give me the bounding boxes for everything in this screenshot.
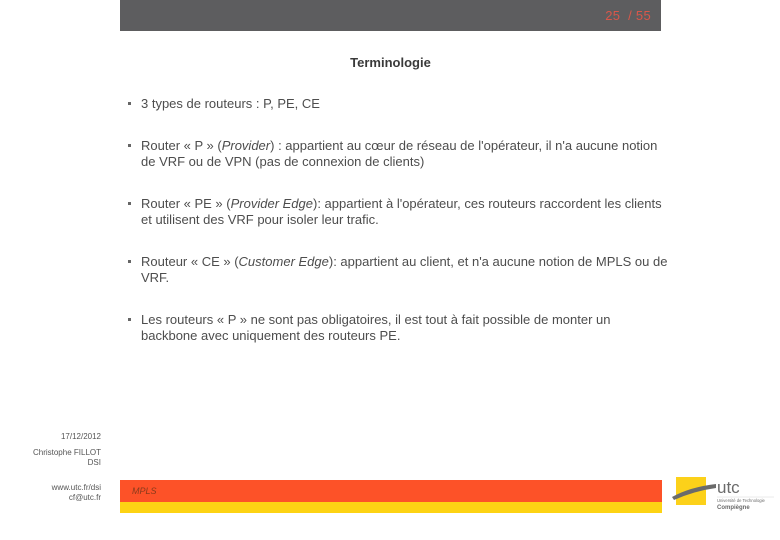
bullet-icon bbox=[128, 202, 131, 205]
bullet-text: Router « P » ( bbox=[141, 138, 222, 153]
footer-bar bbox=[120, 480, 662, 502]
bullet-text: 3 types de routeurs : P, PE, CE bbox=[141, 96, 320, 111]
bullet-term: Provider bbox=[221, 138, 271, 153]
bullet-item: Les routeurs « P » ne sont pas obligatoi… bbox=[128, 312, 668, 344]
bullet-term: Provider Edge bbox=[230, 196, 313, 211]
logo-line2: Compiègne bbox=[717, 505, 750, 511]
header-bar: 25 / 55 bbox=[120, 0, 661, 31]
footer-label: MPLS bbox=[132, 486, 157, 496]
department: DSI bbox=[87, 458, 101, 467]
slide-title: Terminologie bbox=[350, 55, 431, 70]
bullet-list: 3 types de routeurs : P, PE, CE Router « … bbox=[128, 96, 668, 370]
logo-line1: Université de Technologie bbox=[717, 498, 766, 503]
bullet-text: Routeur « CE » ( bbox=[141, 254, 239, 269]
bullet-item: Routeur « CE » (Customer Edge): appartie… bbox=[128, 254, 668, 286]
bullet-item: 3 types de routeurs : P, PE, CE bbox=[128, 96, 668, 112]
utc-logo: utc Université de Technologie Compiègne bbox=[672, 477, 774, 511]
bullet-icon bbox=[128, 318, 131, 321]
bullet-icon bbox=[128, 260, 131, 263]
bullet-icon bbox=[128, 102, 131, 105]
bullet-item: Router « PE » (Provider Edge): appartien… bbox=[128, 196, 668, 228]
page-counter: 25 / 55 bbox=[605, 8, 651, 23]
footer-stripe bbox=[120, 502, 662, 513]
bullet-icon bbox=[128, 144, 131, 147]
date: 17/12/2012 bbox=[60, 432, 101, 441]
bullet-text: Les routeurs « P » ne sont pas obligatoi… bbox=[141, 312, 611, 343]
bullet-text: Router « PE » ( bbox=[141, 196, 231, 211]
logo-text: utc bbox=[717, 478, 740, 497]
bullet-item: Router « P » (Provider) : appartient au … bbox=[128, 138, 668, 170]
bullet-term: Customer Edge bbox=[238, 254, 329, 269]
email-link[interactable]: cf@utc.fr bbox=[69, 492, 101, 503]
